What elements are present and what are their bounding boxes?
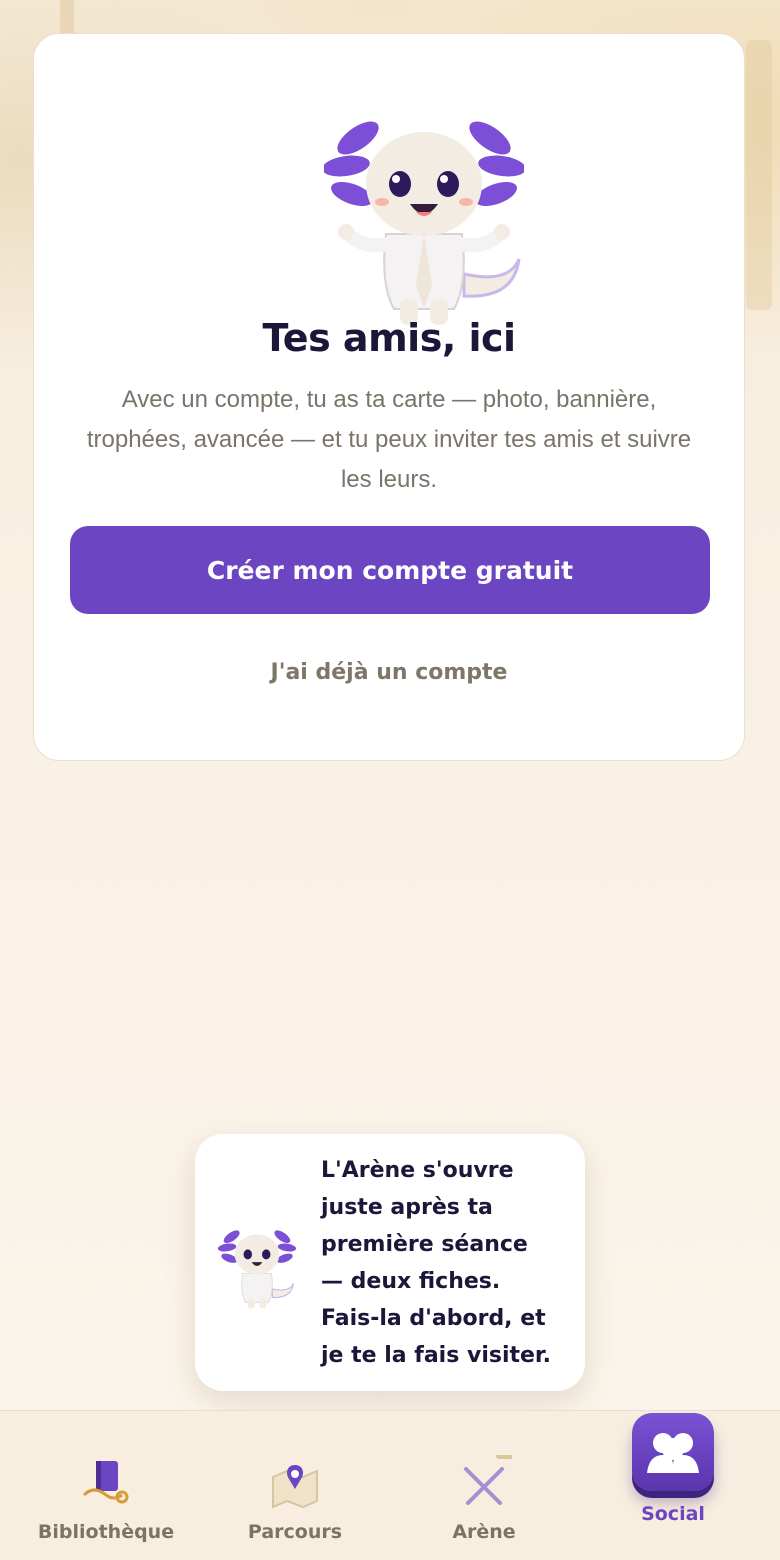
tooltip-line: L'Arène s'ouvre	[321, 1158, 514, 1183]
card-title: Tes amis, ici	[262, 316, 516, 360]
existing-account-link[interactable]: J'ai déjà un compte	[34, 660, 744, 685]
nav-label-bibliotheque: Bibliothèque	[37, 1521, 175, 1543]
map-pin-icon	[272, 1465, 318, 1509]
tooltip-line: première séance	[321, 1232, 528, 1257]
nav-label-arene: Arène	[452, 1521, 516, 1543]
tooltip-line: Fais-la d'abord, et	[321, 1306, 546, 1331]
arena-tooltip-bubble: L'Arène s'ouvre juste après ta première …	[195, 1134, 585, 1391]
axolotl-mascot-icon	[324, 121, 524, 325]
nav-label-parcours: Parcours	[247, 1521, 343, 1543]
nav-item-bibliotheque[interactable]: Bibliothèque	[11, 1411, 201, 1560]
social-tile	[632, 1413, 714, 1491]
crossed-swords-lock-icon	[464, 1455, 512, 1505]
nav-item-parcours[interactable]: Parcours	[200, 1411, 390, 1560]
tooltip-line: — deux fiches.	[321, 1269, 501, 1294]
tooltip-line: je te la fais visiter.	[321, 1343, 552, 1368]
nav-item-arene[interactable]: Arène	[389, 1411, 579, 1560]
create-account-button[interactable]: Créer mon compte gratuit	[70, 526, 710, 614]
bottom-navigation: Bibliothèque Parcours Arène Social	[0, 1410, 780, 1560]
arena-tooltip-text: L'Arène s'ouvre juste après ta première …	[321, 1152, 571, 1374]
axolotl-mascot-small-icon	[217, 1230, 297, 1309]
background-pillar	[746, 40, 772, 310]
account-promo-card: Tes amis, ici Avec un compte, tu as ta c…	[33, 33, 745, 761]
friends-icon	[647, 1433, 699, 1473]
card-description: Avec un compte, tu as ta carte — photo, …	[86, 386, 692, 493]
nav-item-social[interactable]: Social	[578, 1411, 768, 1560]
nav-label-social: Social	[641, 1503, 705, 1525]
book-stethoscope-icon	[82, 1461, 129, 1504]
tooltip-line: juste après ta	[321, 1195, 493, 1220]
